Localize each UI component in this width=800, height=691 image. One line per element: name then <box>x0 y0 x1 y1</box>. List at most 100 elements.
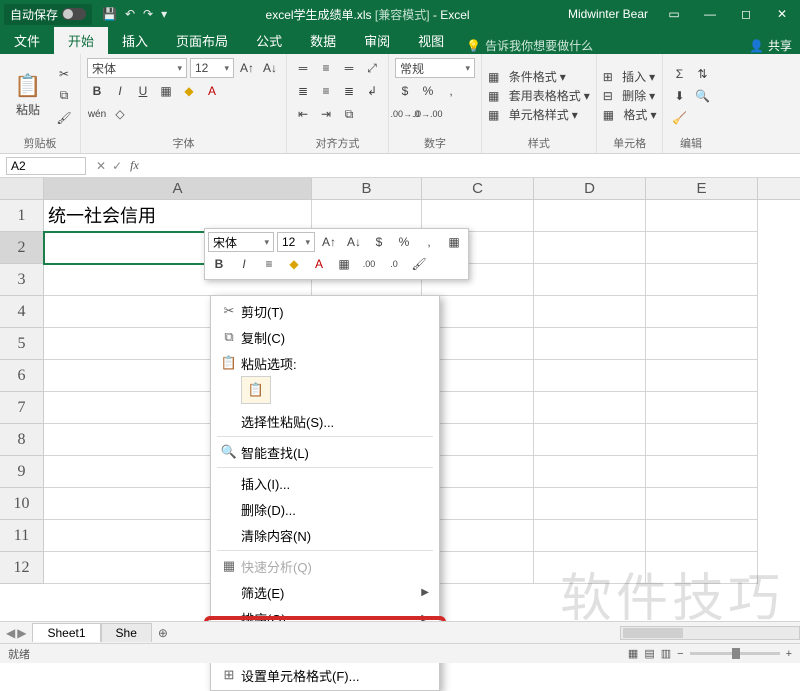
delete-cells-button[interactable]: ⊟ 删除 ▾ <box>603 87 657 104</box>
row-header[interactable]: 8 <box>0 424 44 456</box>
ctx-clear[interactable]: 清除内容(N) <box>211 522 439 548</box>
redo-icon[interactable]: ↷ <box>143 7 153 21</box>
decrease-decimal-icon[interactable]: .0→.00 <box>418 104 438 124</box>
cell[interactable] <box>534 200 646 232</box>
row-header[interactable]: 5 <box>0 328 44 360</box>
row-header[interactable]: 7 <box>0 392 44 424</box>
row-header[interactable]: 2 <box>0 232 44 264</box>
decrease-font-icon[interactable]: A↓ <box>260 58 280 78</box>
tab-layout[interactable]: 页面布局 <box>162 27 242 54</box>
normal-view-icon[interactable]: ▦ <box>628 647 638 660</box>
horizontal-scrollbar[interactable] <box>620 626 800 640</box>
cell[interactable] <box>646 296 758 328</box>
comma-icon[interactable]: , <box>441 81 461 101</box>
mini-decrease-font-icon[interactable]: A↓ <box>343 232 365 252</box>
row-header[interactable]: 4 <box>0 296 44 328</box>
sheet-tab-1[interactable]: Sheet1 <box>32 623 100 642</box>
mini-inc-decimal-icon[interactable]: .00 <box>358 254 380 274</box>
wrap-text-icon[interactable]: ↲ <box>362 81 382 101</box>
page-break-icon[interactable]: ▥ <box>661 647 671 660</box>
mini-italic-icon[interactable]: I <box>233 254 255 274</box>
phonetic-icon[interactable]: wén <box>87 104 107 124</box>
ctx-insert[interactable]: 插入(I)... <box>211 470 439 496</box>
mini-borders-icon[interactable]: ▦ <box>333 254 355 274</box>
col-header-b[interactable]: B <box>312 178 422 199</box>
cell[interactable] <box>646 520 758 552</box>
sort-filter-icon[interactable]: ⇅ <box>692 64 712 84</box>
autosum-icon[interactable]: Σ <box>669 64 689 84</box>
save-icon[interactable]: 💾 <box>102 7 117 21</box>
ctx-smart-lookup[interactable]: 🔍智能查找(L) <box>211 439 439 465</box>
increase-font-icon[interactable]: A↑ <box>237 58 257 78</box>
row-header[interactable]: 1 <box>0 200 44 232</box>
col-header-e[interactable]: E <box>646 178 758 199</box>
bold-icon[interactable]: B <box>87 81 107 101</box>
maximize-icon[interactable]: ◻ <box>728 0 764 28</box>
close-icon[interactable]: ✕ <box>764 0 800 28</box>
mini-percent-icon[interactable]: % <box>393 232 415 252</box>
align-top-icon[interactable]: ═ <box>293 58 313 78</box>
autosave-toggle[interactable]: 自动保存 <box>4 4 92 25</box>
col-header-c[interactable]: C <box>422 178 534 199</box>
increase-decimal-icon[interactable]: .00→.0 <box>395 104 415 124</box>
cell[interactable] <box>534 392 646 424</box>
cell[interactable] <box>646 264 758 296</box>
cell[interactable] <box>534 520 646 552</box>
font-size-combo[interactable]: 12▾ <box>190 58 234 78</box>
orientation-icon[interactable]: ⤢ <box>362 58 382 78</box>
mini-format-painter-icon[interactable]: 🖌 <box>408 254 430 274</box>
mini-comma-icon[interactable]: , <box>418 232 440 252</box>
ctx-filter[interactable]: 筛选(E)▶ <box>211 579 439 605</box>
percent-icon[interactable]: % <box>418 81 438 101</box>
paste-button[interactable]: 📋 粘贴 <box>6 58 50 133</box>
align-left-icon[interactable]: ≣ <box>293 81 313 101</box>
cell[interactable] <box>646 552 758 584</box>
align-right-icon[interactable]: ≣ <box>339 81 359 101</box>
cut-icon[interactable]: ✂ <box>54 64 74 84</box>
ctx-delete[interactable]: 删除(D)... <box>211 496 439 522</box>
insert-cells-button[interactable]: ⊞ 插入 ▾ <box>603 68 657 85</box>
row-header[interactable]: 12 <box>0 552 44 584</box>
paste-option-default[interactable]: 📋 <box>241 376 271 404</box>
cell[interactable] <box>534 424 646 456</box>
ctx-format-cells[interactable]: ⊞设置单元格格式(F)... <box>211 662 439 688</box>
tab-view[interactable]: 视图 <box>404 27 458 54</box>
ctx-paste-special[interactable]: 选择性粘贴(S)... <box>211 408 439 434</box>
ctx-cut[interactable]: ✂剪切(T) <box>211 298 439 324</box>
increase-indent-icon[interactable]: ⇥ <box>316 104 336 124</box>
sheet-tab-2[interactable]: She <box>101 623 152 642</box>
tab-data[interactable]: 数据 <box>296 27 350 54</box>
clear-icon[interactable]: 🧹 <box>669 108 689 128</box>
conditional-format-button[interactable]: ▦ 条件格式 ▾ <box>488 68 590 85</box>
mini-dec-decimal-icon[interactable]: .0 <box>383 254 405 274</box>
new-sheet-icon[interactable]: ⊕ <box>158 626 168 640</box>
cell[interactable] <box>534 360 646 392</box>
cell[interactable] <box>646 200 758 232</box>
cell[interactable] <box>646 456 758 488</box>
font-color-icon[interactable]: A <box>202 81 222 101</box>
cell[interactable] <box>646 328 758 360</box>
italic-icon[interactable]: I <box>110 81 130 101</box>
cell[interactable] <box>646 424 758 456</box>
mini-currency-icon[interactable]: $ <box>368 232 390 252</box>
mini-size-combo[interactable]: 12▾ <box>277 232 315 252</box>
row-header[interactable]: 11 <box>0 520 44 552</box>
format-cells-button[interactable]: ▦ 格式 ▾ <box>603 106 657 123</box>
copy-icon[interactable]: ⧉ <box>54 86 74 106</box>
cell[interactable] <box>534 296 646 328</box>
cell[interactable] <box>534 552 646 584</box>
mini-bold-icon[interactable]: B <box>208 254 230 274</box>
tab-insert[interactable]: 插入 <box>108 27 162 54</box>
zoom-slider[interactable] <box>690 652 780 655</box>
mini-border-icon[interactable]: ▦ <box>443 232 465 252</box>
mini-font-combo[interactable]: 宋体▾ <box>208 232 274 252</box>
cell[interactable] <box>534 264 646 296</box>
border-icon[interactable]: ▦ <box>156 81 176 101</box>
col-header-a[interactable]: A <box>44 178 312 199</box>
cell[interactable] <box>534 456 646 488</box>
clear-format-icon[interactable]: ◇ <box>110 104 130 124</box>
table-format-button[interactable]: ▦ 套用表格格式 ▾ <box>488 87 590 104</box>
tab-formula[interactable]: 公式 <box>242 27 296 54</box>
cell[interactable] <box>534 488 646 520</box>
font-name-combo[interactable]: 宋体▾ <box>87 58 187 78</box>
